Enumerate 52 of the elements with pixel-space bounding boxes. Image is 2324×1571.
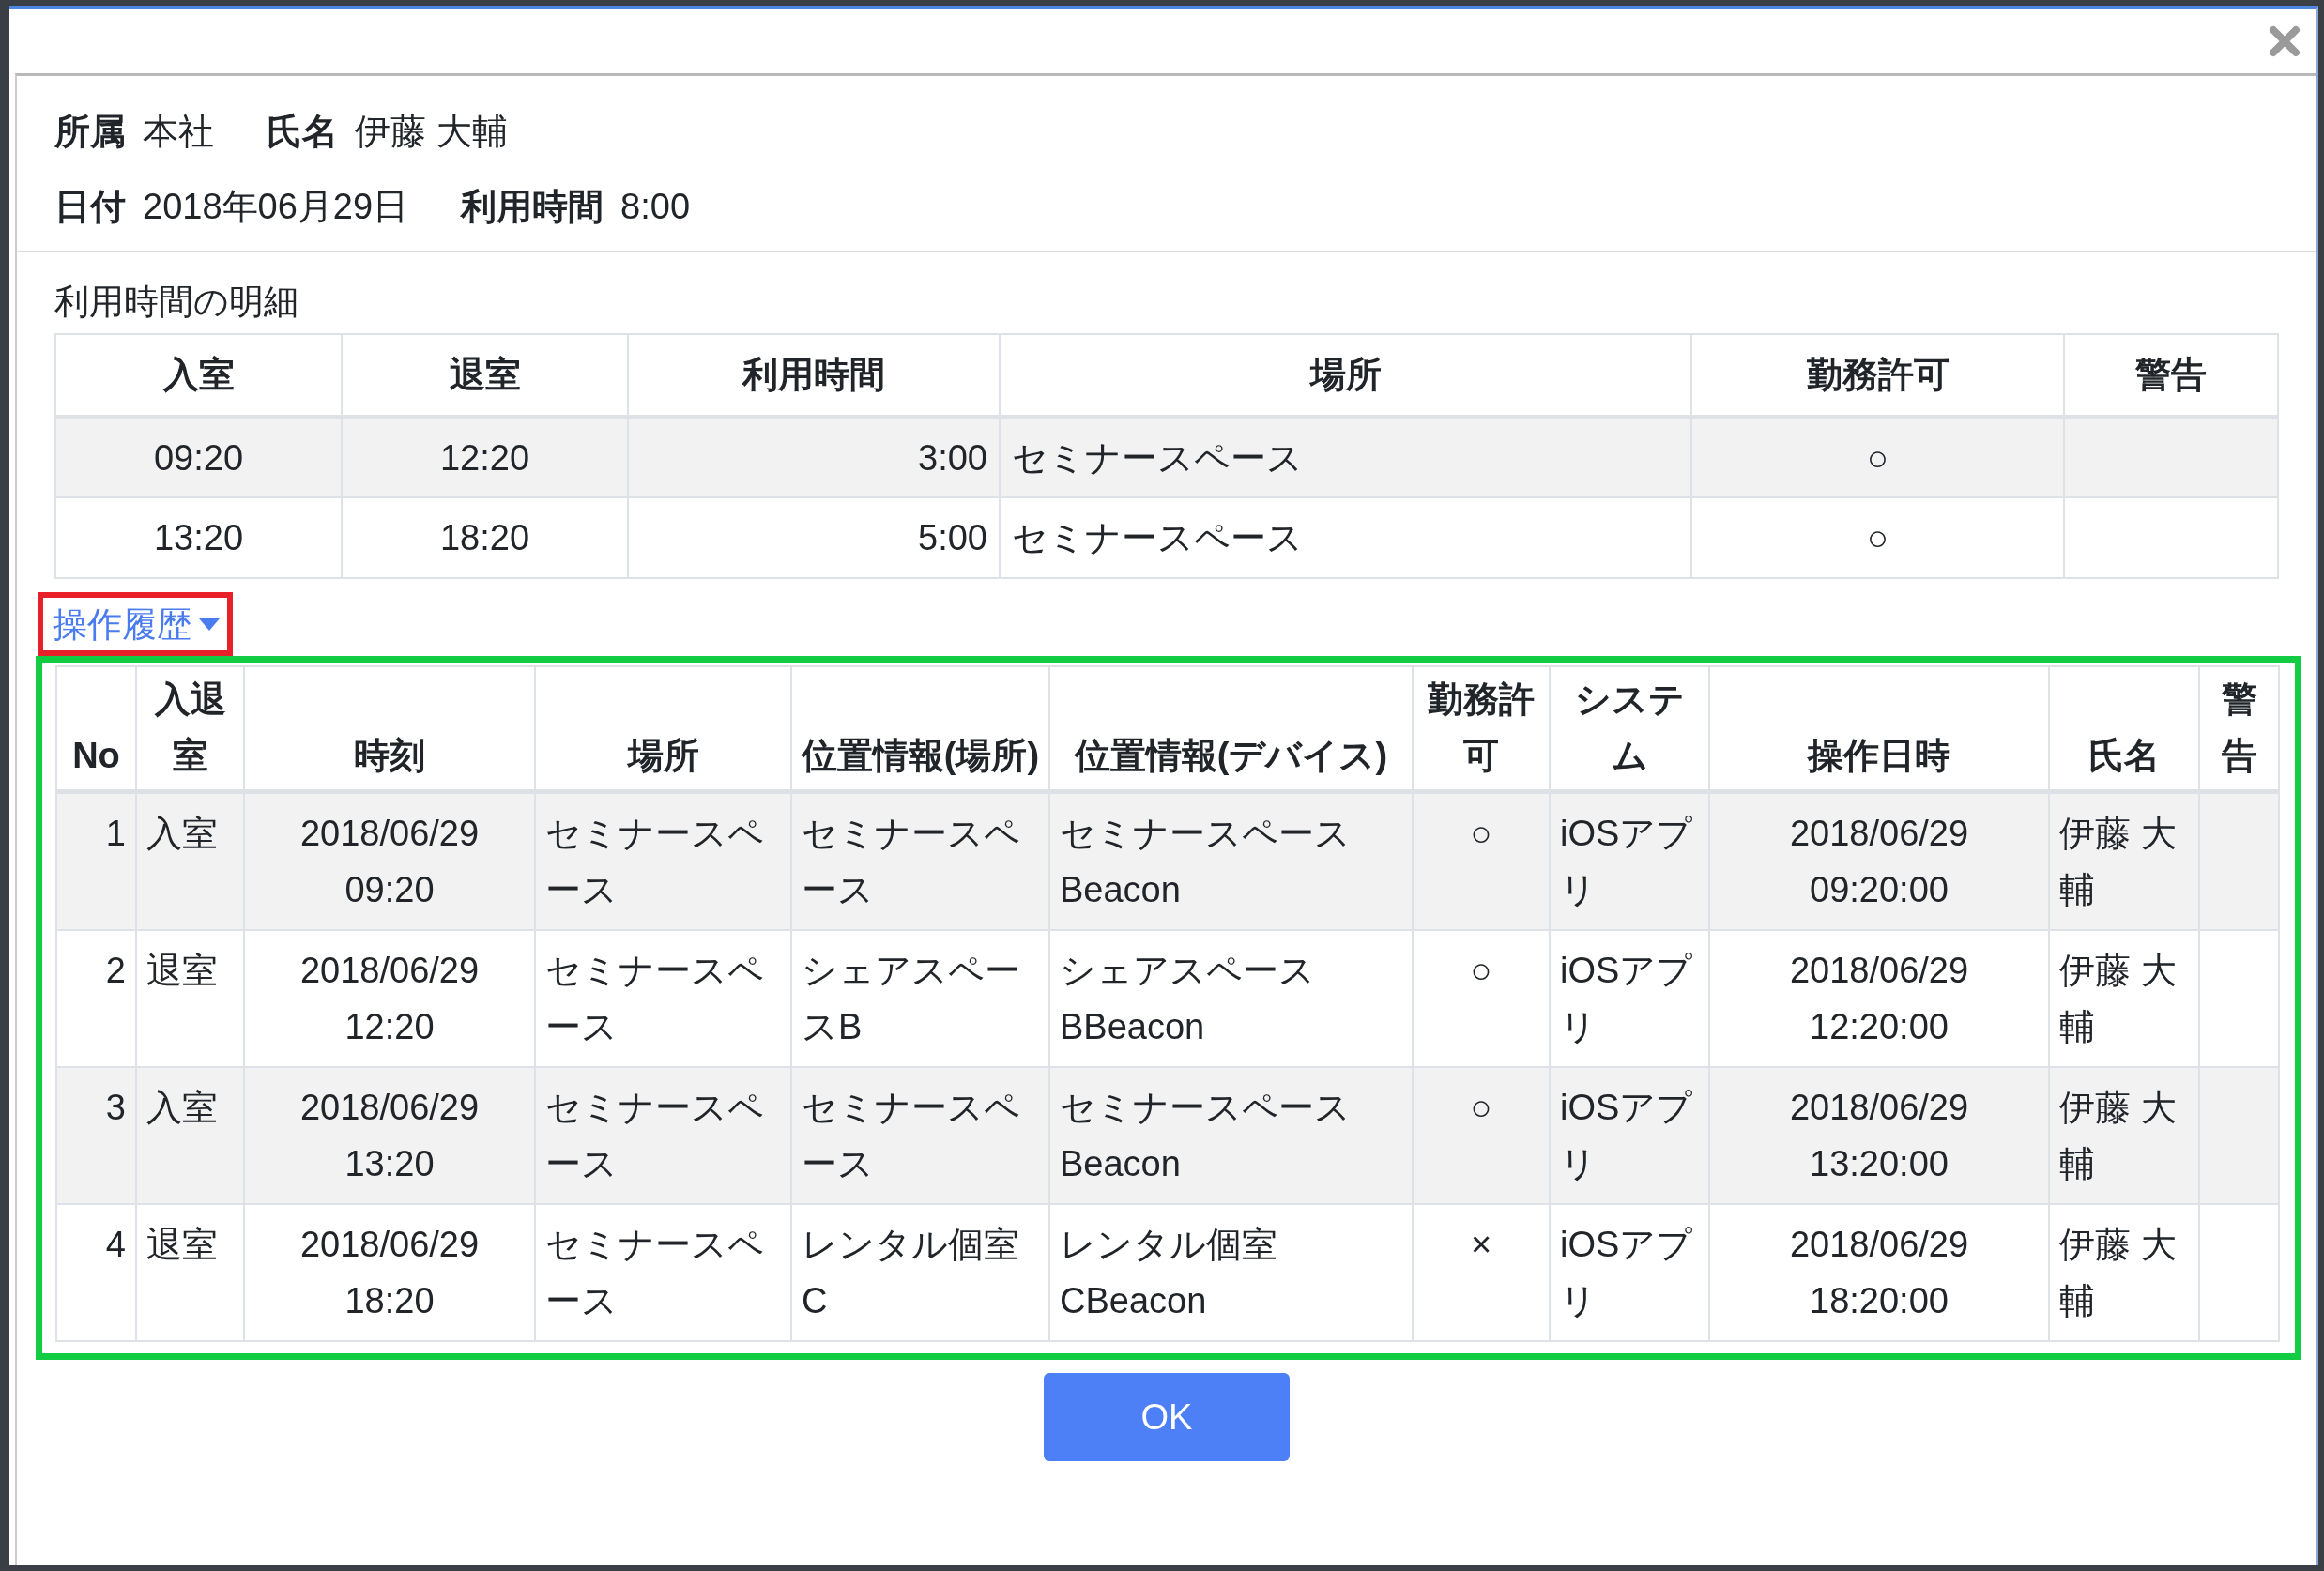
field-value: 本社 [143, 111, 214, 153]
field-value: 8:00 [620, 186, 691, 228]
table-cell: × [1413, 1204, 1550, 1341]
table-cell: iOSアプリ [1550, 1067, 1709, 1204]
table-cell: 2018/06/29 18:20:00 [1709, 1204, 2049, 1341]
table-cell: ○ [1691, 497, 2064, 578]
field-label: 氏名 [267, 111, 338, 153]
table-cell: 入室 [136, 1067, 244, 1204]
table-cell: iOSアプリ [1550, 791, 1709, 930]
table-cell: 12:20 [342, 417, 628, 497]
table-cell: 3:00 [628, 417, 1000, 497]
table-cell: セミナースペース [1000, 417, 1691, 497]
table-cell: 2018/06/29 13:20 [244, 1067, 535, 1204]
history-toggle[interactable]: 操作履歴 [53, 602, 220, 648]
table-cell: 4 [56, 1204, 136, 1341]
table-cell: セミナースペース [791, 791, 1049, 930]
table-cell: 2018/06/29 09:20 [244, 791, 535, 930]
table-cell: 2018/06/29 09:20:00 [1709, 791, 2049, 930]
table-cell: 1 [56, 791, 136, 930]
table-cell: セミナースペースBeacon [1049, 1067, 1413, 1204]
field-label: 日付 [54, 186, 126, 228]
table-cell: 09:20 [55, 417, 342, 497]
table-cell: セミナースペース [535, 1204, 791, 1341]
table-cell: 2018/06/29 13:20:00 [1709, 1067, 2049, 1204]
table-cell: 伊藤 大輔 [2049, 1204, 2199, 1341]
table-cell: ○ [1691, 417, 2064, 497]
table-cell: レンタル個室CBeacon [1049, 1204, 1413, 1341]
table-cell: ○ [1413, 791, 1550, 930]
field-value: 伊藤 大輔 [355, 111, 508, 153]
table-cell: セミナースペース [1000, 497, 1691, 578]
caret-icon [199, 618, 220, 632]
table-cell: セミナースペースBeacon [1049, 791, 1413, 930]
table-cell: iOSアプリ [1550, 1204, 1709, 1341]
table-cell: ○ [1413, 1067, 1550, 1204]
table-cell: セミナースペース [791, 1067, 1049, 1204]
table-cell: レンタル個室C [791, 1204, 1049, 1341]
table-cell: セミナースペース [535, 1067, 791, 1204]
table-cell: 2018/06/29 18:20 [244, 1204, 535, 1341]
table-cell: 伊藤 大輔 [2049, 1067, 2199, 1204]
table-cell: 3 [56, 1067, 136, 1204]
field-label: 利用時間 [461, 186, 604, 228]
table-cell: 退室 [136, 1204, 244, 1341]
table-cell: 5:00 [628, 497, 1000, 578]
table-cell: 入室 [136, 791, 244, 930]
section-title: 利用時間の明細 [54, 282, 299, 323]
field-label: 所属 [54, 111, 126, 153]
table-cell: セミナースペース [535, 791, 791, 930]
table-cell: 13:20 [55, 497, 342, 578]
table-cell: 18:20 [342, 497, 628, 578]
field-value: 2018年06月29日 [143, 186, 409, 228]
ok-button[interactable]: OK [1044, 1373, 1290, 1461]
table-cell: 伊藤 大輔 [2049, 791, 2199, 930]
